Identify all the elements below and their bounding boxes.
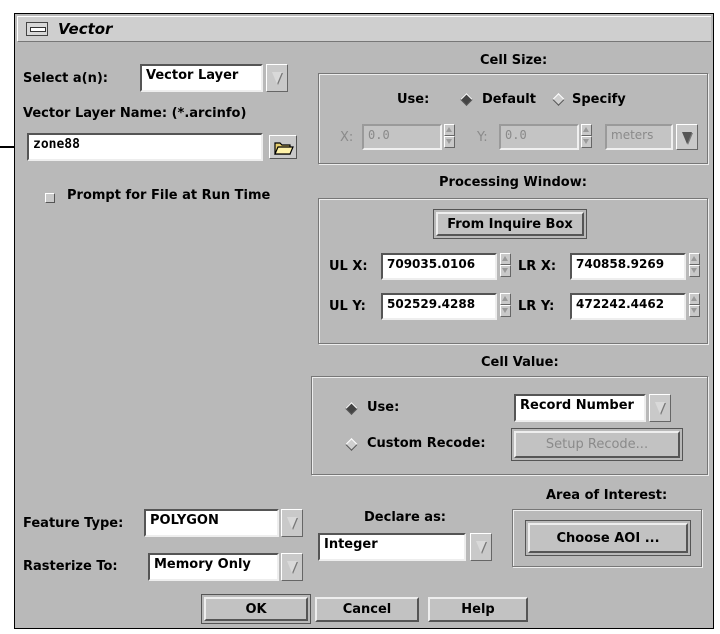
cell-x-input[interactable]: 0.0 bbox=[362, 124, 442, 150]
cancel-button[interactable]: Cancel bbox=[315, 597, 419, 622]
lry-input[interactable]: 472242.4462 bbox=[570, 293, 686, 320]
ulx-spinner[interactable] bbox=[500, 253, 512, 279]
lrx-label: LR X: bbox=[518, 259, 557, 274]
lrx-spinner[interactable] bbox=[689, 253, 701, 279]
use-radio-label: Use: bbox=[367, 400, 400, 415]
default-radio-label: Default bbox=[482, 92, 536, 107]
choose-aoi-button-face: Choose AOI ... bbox=[528, 523, 688, 553]
feature-type-label: Feature Type: bbox=[23, 516, 124, 531]
select-type-label: Select a(n): bbox=[23, 71, 109, 86]
declare-label: Declare as: bbox=[364, 510, 447, 525]
choose-aoi-button[interactable]: Choose AOI ... bbox=[525, 520, 691, 556]
setup-recode-button[interactable]: Setup Recode... bbox=[511, 428, 683, 461]
uly-label: UL Y: bbox=[329, 299, 366, 314]
feature-type-dropdown[interactable]: POLYGON bbox=[144, 509, 279, 537]
cell-size-title: Cell Size: bbox=[480, 53, 548, 68]
lry-spinner[interactable] bbox=[689, 293, 701, 319]
cell-x-spinner[interactable] bbox=[444, 124, 456, 150]
units-dropdown[interactable]: meters bbox=[605, 124, 673, 150]
vector-dialog: Vector Select a(n): Vector Layer Vector … bbox=[14, 13, 714, 629]
window-title: Vector bbox=[58, 20, 113, 38]
lrx-input[interactable]: 740858.9269 bbox=[570, 253, 686, 280]
rasterize-dropdown[interactable]: Memory Only bbox=[148, 553, 279, 581]
ulx-input[interactable]: 709035.0106 bbox=[381, 253, 497, 280]
inquire-box-button-face: From Inquire Box bbox=[436, 212, 584, 236]
title-bar: Vector bbox=[17, 16, 711, 42]
declare-arrow-icon[interactable] bbox=[470, 533, 492, 561]
ulx-label: UL X: bbox=[329, 259, 368, 274]
open-folder-icon[interactable] bbox=[269, 135, 297, 159]
units-arrow-icon[interactable] bbox=[676, 124, 698, 150]
declare-dropdown[interactable]: Integer bbox=[318, 533, 466, 561]
cell-value-arrow-icon[interactable] bbox=[649, 394, 671, 422]
prompt-checkbox[interactable] bbox=[45, 193, 55, 203]
setup-recode-button-face: Setup Recode... bbox=[514, 431, 680, 458]
specify-radio-label: Specify bbox=[572, 92, 626, 107]
processing-window-title: Processing Window: bbox=[439, 175, 587, 190]
select-type-arrow-icon[interactable] bbox=[266, 64, 288, 92]
cell-y-label: Y: bbox=[477, 130, 488, 145]
select-type-dropdown[interactable]: Vector Layer bbox=[140, 64, 263, 92]
cell-x-label: X: bbox=[340, 130, 354, 145]
layer-name-input[interactable]: zone88 bbox=[27, 133, 263, 161]
cell-value-dropdown[interactable]: Record Number bbox=[514, 394, 646, 422]
cell-size-use-label: Use: bbox=[397, 92, 430, 107]
uly-input[interactable]: 502529.4288 bbox=[381, 293, 497, 320]
lry-label: LR Y: bbox=[518, 299, 555, 314]
cell-y-input[interactable]: 0.0 bbox=[499, 124, 579, 150]
feature-type-arrow-icon[interactable] bbox=[281, 509, 303, 537]
custom-recode-label: Custom Recode: bbox=[367, 436, 486, 451]
window-menu-button[interactable] bbox=[26, 22, 48, 36]
rasterize-arrow-icon[interactable] bbox=[281, 553, 303, 581]
aoi-label: Area of Interest: bbox=[546, 488, 668, 503]
cell-size-group bbox=[318, 73, 708, 164]
cell-value-title: Cell Value: bbox=[481, 355, 559, 370]
rasterize-label: Rasterize To: bbox=[23, 559, 118, 574]
ok-button[interactable]: OK bbox=[201, 594, 311, 624]
ok-button-face: OK bbox=[204, 597, 308, 621]
help-button[interactable]: Help bbox=[428, 597, 528, 622]
inquire-box-button[interactable]: From Inquire Box bbox=[433, 209, 587, 239]
prompt-label: Prompt for File at Run Time bbox=[67, 188, 271, 203]
uly-spinner[interactable] bbox=[500, 293, 512, 319]
layer-name-label: Vector Layer Name: (*.arcinfo) bbox=[23, 106, 247, 121]
cell-y-spinner[interactable] bbox=[581, 124, 593, 150]
